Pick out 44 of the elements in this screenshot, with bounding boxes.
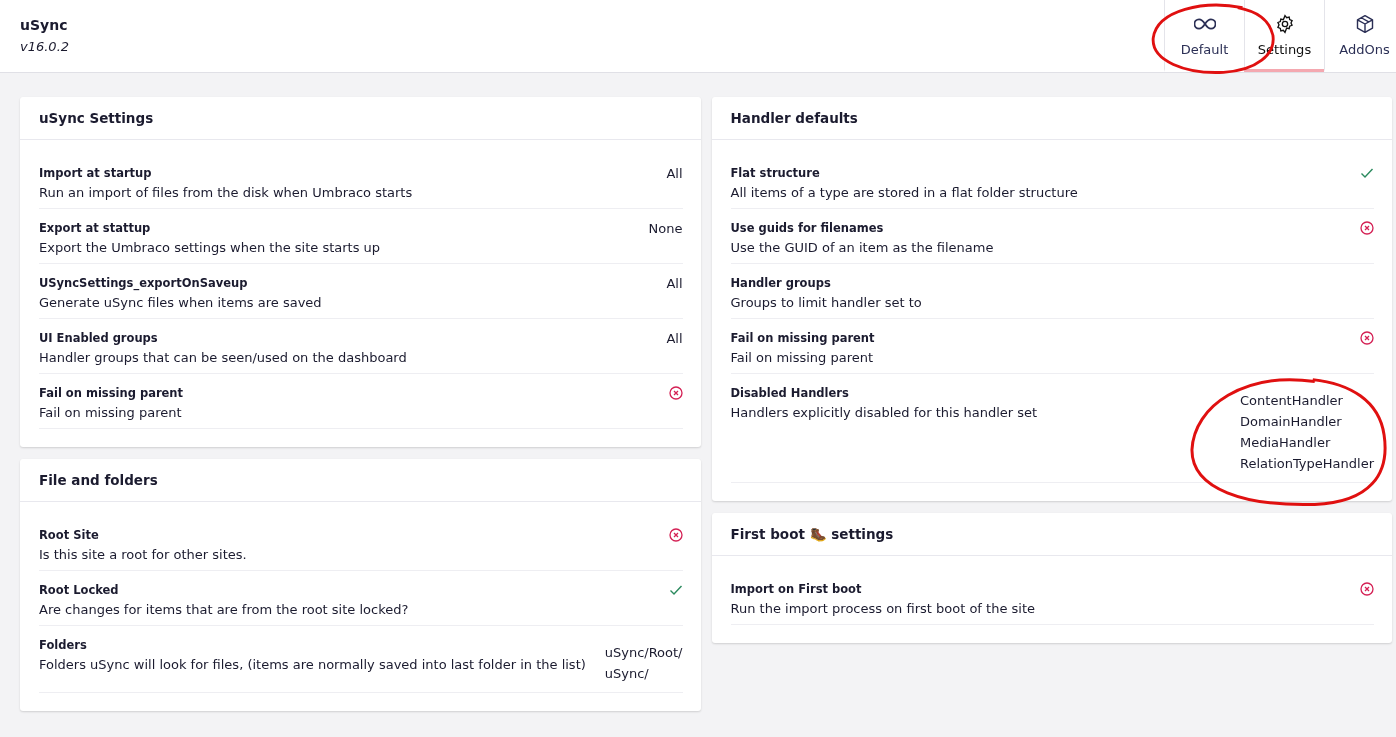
setting-name: Import on First boot (730, 582, 863, 596)
setting-value: MediaHandler (1240, 434, 1332, 452)
setting-name: USyncSettings_exportOnSaveup (39, 276, 249, 290)
setting-value: All (666, 331, 683, 346)
app-title: uSync (20, 17, 69, 33)
setting-description: Fail on missing parent (730, 350, 875, 365)
setting-value: All (666, 166, 683, 181)
setting-name: Disabled Handlers (730, 386, 850, 400)
setting-description: Folders uSync will look for files, (items are normally saved into last folder in the list) (39, 657, 586, 672)
card-title: First boot 🥾 settings (711, 513, 1392, 556)
setting-name: Handler groups (730, 276, 832, 290)
setting-name: Import at startup (39, 166, 153, 180)
setting-value: ContentHandler (1240, 392, 1344, 410)
setting-description: Groups to limit handler set to (730, 295, 922, 310)
setting-value: All (666, 276, 683, 291)
setting-description: Export the Umbraco settings when the site starts up (39, 240, 381, 255)
setting-description: Are changes for items that are from the root site locked? (39, 602, 409, 617)
setting-description: Handlers explicitly disabled for this handler set (730, 405, 1038, 420)
setting-name: UI Enabled groups (39, 331, 159, 345)
version-label: v16.0.2 (20, 39, 70, 54)
setting-description: All items of a type are stored in a flat folder structure (730, 185, 1078, 200)
card-title: uSync Settings (20, 97, 701, 140)
setting-value: None (648, 221, 683, 236)
card-title: File and folders (20, 459, 701, 502)
setting-value: DomainHandler (1240, 413, 1343, 431)
setting-name: Export at stattup (39, 221, 152, 235)
setting-name: Root Site (39, 528, 100, 542)
setting-name: Fail on missing parent (39, 386, 184, 400)
setting-name: Folders (39, 638, 88, 652)
setting-description: Run the import process on first boot of the site (730, 601, 1036, 616)
setting-description: Run an import of files from the disk when Umbraco starts (39, 185, 413, 200)
setting-description: Handler groups that can be seen/used on the dashboard (39, 350, 407, 365)
setting-name: Use guids for filenames (730, 221, 885, 235)
card-title: Handler defaults (711, 97, 1392, 140)
setting-description: Generate uSync files when items are saved (39, 295, 322, 310)
setting-name: Fail on missing parent (730, 331, 875, 345)
setting-value: RelationTypeHandler (1240, 455, 1374, 473)
setting-name: Root Locked (39, 583, 120, 597)
setting-value: uSync/ (604, 665, 650, 683)
setting-description: Fail on missing parent (39, 405, 183, 420)
setting-name: Flat structure (730, 166, 821, 180)
setting-description: Is this site a root for other sites. (39, 547, 247, 562)
setting-description: Use the GUID of an item as the filename (730, 240, 994, 255)
setting-value: uSync/Root/ (604, 644, 683, 662)
